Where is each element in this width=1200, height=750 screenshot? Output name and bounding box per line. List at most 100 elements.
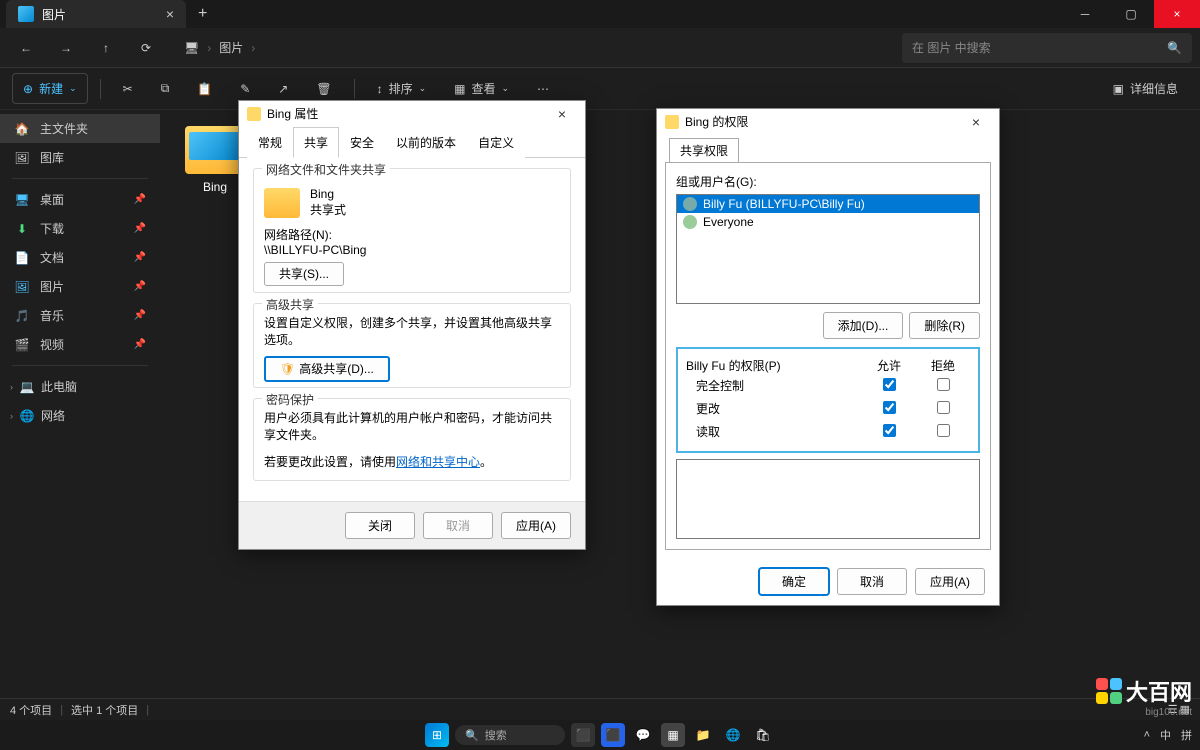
add-button[interactable]: 添加(D)... (823, 312, 904, 339)
view-button[interactable]: ▦ 查看 ⌄ (444, 74, 519, 103)
folder-icon (665, 115, 679, 129)
task-icon[interactable]: ⬛ (571, 723, 595, 747)
more-button[interactable]: ⋯ (527, 76, 559, 102)
share-button[interactable]: 共享(S)... (264, 262, 344, 286)
active-tab[interactable]: 图片 × (6, 0, 186, 28)
close-tab-icon[interactable]: × (166, 6, 174, 22)
forward-button[interactable]: → (48, 32, 84, 64)
tab-customize[interactable]: 自定义 (467, 127, 525, 158)
sidebar-item-music[interactable]: 🎵音乐📌 (0, 301, 160, 330)
remove-button[interactable]: 删除(R) (909, 312, 980, 339)
allow-full-checkbox[interactable] (883, 378, 896, 391)
breadcrumb[interactable]: 🖥 › 图片 › (184, 39, 255, 56)
separator (100, 79, 101, 99)
tab-share-permissions[interactable]: 共享权限 (669, 138, 739, 162)
tab-security[interactable]: 安全 (339, 127, 385, 158)
new-button[interactable]: ⊕ 新建 ⌄ (12, 73, 88, 104)
sidebar-item-documents[interactable]: 📄文档📌 (0, 243, 160, 272)
task-icon[interactable]: ⬛ (601, 723, 625, 747)
tray-chevron-icon[interactable]: ˄ (1144, 729, 1150, 741)
sidebar-item-gallery[interactable]: 🖼图库 (0, 143, 160, 172)
scissors-icon: ✂ (123, 82, 133, 96)
details-icon: ▣ (1113, 82, 1124, 96)
minimize-button[interactable]: ─ (1062, 0, 1108, 28)
cancel-button[interactable]: 取消 (837, 568, 907, 595)
advanced-sharing-button[interactable]: 🛡高级共享(D)... (264, 356, 390, 382)
sidebar-item-videos[interactable]: 🎬视频📌 (0, 330, 160, 359)
sidebar-label: 网络 (41, 407, 65, 424)
details-pane-button[interactable]: ▣ 详细信息 (1103, 74, 1188, 103)
chevron-right-icon: › (207, 41, 211, 55)
deny-change-checkbox[interactable] (937, 401, 950, 414)
store-taskbar-icon[interactable]: 🛍 (751, 723, 775, 747)
user-row-everyone[interactable]: Everyone (677, 213, 979, 231)
deny-read-checkbox[interactable] (937, 424, 950, 437)
tab-title: 图片 (42, 6, 66, 23)
up-button[interactable]: ↑ (88, 32, 124, 64)
pin-icon: 📌 (134, 223, 146, 234)
sidebar-item-pictures[interactable]: 🖼图片📌 (0, 272, 160, 301)
advanced-sharing-text: 设置自定义权限，创建多个共享，并设置其他高级共享选项。 (264, 314, 560, 348)
ime-indicator[interactable]: 中 (1160, 727, 1171, 743)
folder-icon (264, 188, 300, 218)
start-button[interactable]: ⊞ (425, 723, 449, 747)
edge-taskbar-icon[interactable]: 🌐 (721, 723, 745, 747)
pictures-icon (18, 6, 34, 22)
sidebar-label: 下载 (40, 220, 64, 237)
rename-icon: ✎ (240, 82, 250, 96)
sidebar-item-downloads[interactable]: ⬇下载📌 (0, 214, 160, 243)
sidebar-item-thispc[interactable]: ›💻此电脑 (0, 372, 160, 401)
dialog-title: Bing 的权限 (685, 113, 748, 130)
sort-button[interactable]: ↕ 排序 ⌄ (367, 74, 437, 103)
sidebar-item-home[interactable]: 🏠主文件夹 (0, 114, 160, 143)
close-icon[interactable]: × (961, 114, 991, 130)
back-button[interactable]: ← (8, 32, 44, 64)
cancel-button[interactable]: 取消 (423, 512, 493, 539)
user-row-billyfu[interactable]: Billy Fu (BILLYFU-PC\Billy Fu) (677, 195, 979, 213)
close-button[interactable]: 关闭 (345, 512, 415, 539)
monitor-icon: 🖥 (184, 41, 199, 55)
maximize-button[interactable]: ▢ (1108, 0, 1154, 28)
allow-header: 允许 (862, 357, 916, 374)
refresh-button[interactable]: ⟳ (128, 32, 164, 64)
copy-button[interactable]: ⧉ (151, 75, 180, 102)
permissions-box: Billy Fu 的权限(P) 允许 拒绝 完全控制 更改 读取 (676, 347, 980, 453)
rename-button[interactable]: ✎ (230, 76, 260, 102)
ok-button[interactable]: 确定 (759, 568, 829, 595)
apply-button[interactable]: 应用(A) (915, 568, 985, 595)
breadcrumb-item[interactable]: 图片 (219, 39, 243, 56)
close-window-button[interactable]: × (1154, 0, 1200, 28)
dialog-title: Bing 属性 (267, 105, 318, 122)
tab-general[interactable]: 常规 (247, 127, 293, 158)
close-icon[interactable]: × (547, 106, 577, 122)
dialog-footer: 关闭 取消 应用(A) (239, 501, 585, 549)
task-icon[interactable]: 💬 (631, 723, 655, 747)
dialog-titlebar[interactable]: Bing 属性 × (239, 101, 585, 126)
user-list[interactable]: Billy Fu (BILLYFU-PC\Billy Fu) Everyone (676, 194, 980, 304)
network-sharing-center-link[interactable]: 网络和共享中心 (396, 455, 480, 469)
deny-full-checkbox[interactable] (937, 378, 950, 391)
new-tab-button[interactable]: + (186, 5, 219, 23)
ime-mode[interactable]: 拼 (1181, 727, 1192, 743)
allow-read-checkbox[interactable] (883, 424, 896, 437)
sidebar-item-network[interactable]: ›🌐网络 (0, 401, 160, 430)
dialog-titlebar[interactable]: Bing 的权限 × (657, 109, 999, 134)
cut-button[interactable]: ✂ (113, 76, 143, 102)
explorer-taskbar-icon[interactable]: 📁 (691, 723, 715, 747)
task-icon[interactable]: ▦ (661, 723, 685, 747)
tab-previous-versions[interactable]: 以前的版本 (385, 127, 467, 158)
search-input[interactable]: 在 图片 中搜索 🔍 (902, 33, 1192, 63)
sidebar-item-desktop[interactable]: 🖥桌面📌 (0, 185, 160, 214)
share-button[interactable]: ↗ (268, 76, 298, 102)
status-bar: 4 个项目 | 选中 1 个项目 | ☰ ▦ (0, 698, 1200, 720)
password-protection-group: 密码保护 用户必须具有此计算机的用户帐户和密码，才能访问共享文件夹。 若要更改此… (253, 398, 571, 481)
chevron-down-icon: ⌄ (419, 83, 427, 94)
pin-icon: 📌 (134, 281, 146, 292)
taskbar-search[interactable]: 🔍搜索 (455, 725, 565, 745)
allow-change-checkbox[interactable] (883, 401, 896, 414)
paste-button[interactable]: 📋 (187, 76, 222, 102)
apply-button[interactable]: 应用(A) (501, 512, 571, 539)
system-tray[interactable]: ˄ 中 拼 (1144, 727, 1192, 743)
delete-button[interactable]: 🗑 (306, 76, 341, 102)
tab-sharing[interactable]: 共享 (293, 127, 339, 158)
